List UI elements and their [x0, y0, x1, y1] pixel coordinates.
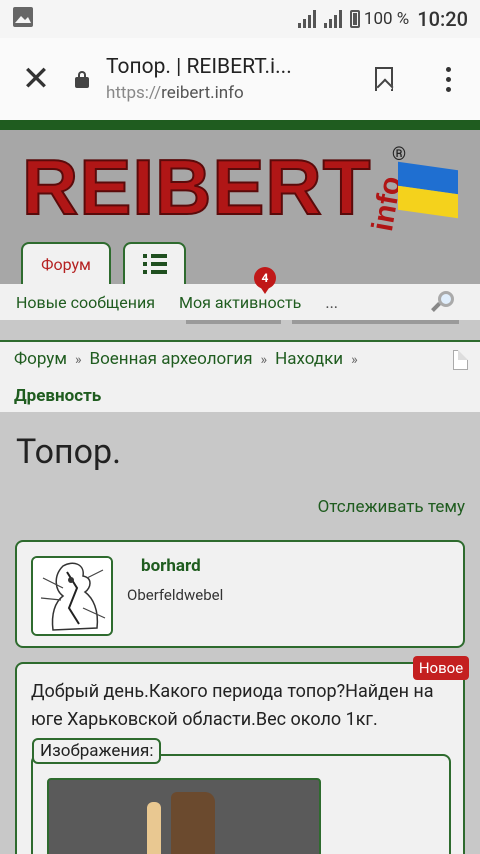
new-badge: Новое: [413, 656, 469, 680]
tab-forum[interactable]: Форум: [21, 242, 111, 284]
site-header: REIBERT info ®: [0, 130, 480, 242]
breadcrumb-separator: »: [260, 352, 268, 368]
lock-icon[interactable]: [72, 69, 92, 89]
signal-icon: [297, 10, 320, 28]
thread-title: Топор.: [16, 432, 122, 472]
post-text: Добрый день.Какого периода топор?Найден …: [31, 681, 434, 730]
username[interactable]: borhard: [141, 556, 201, 576]
subnav-shadow: [0, 320, 480, 340]
sub-navigation: Новые сообщения Моя активность ...: [0, 284, 480, 320]
close-icon[interactable]: ✕: [0, 59, 72, 99]
breadcrumb-separator: »: [74, 352, 82, 368]
document-icon[interactable]: [453, 350, 468, 370]
avatar[interactable]: [31, 556, 113, 636]
search-icon[interactable]: [431, 291, 454, 313]
breadcrumb-current[interactable]: Древность: [14, 386, 101, 406]
subnav-my-activity[interactable]: Моя активность: [179, 293, 301, 312]
battery-icon: [349, 10, 360, 28]
attachments-label: Изображения:: [32, 738, 162, 764]
bookmark-icon[interactable]: [352, 67, 416, 91]
breadcrumb-separator: »: [351, 352, 358, 368]
menu-icon[interactable]: [416, 66, 480, 92]
tab-list[interactable]: [123, 242, 186, 284]
url-text: https://reibert.info: [106, 83, 244, 103]
clock: 10:20: [417, 7, 468, 31]
breadcrumb-forum[interactable]: Форум: [14, 349, 67, 369]
user-rank: Oberfeldwebel: [127, 586, 224, 604]
gallery-notification-icon: [12, 6, 298, 32]
breadcrumb-finds[interactable]: Находки: [275, 349, 343, 369]
subnav-more[interactable]: ...: [325, 293, 338, 312]
breadcrumb-military-archaeology[interactable]: Военная археология: [90, 349, 253, 369]
status-bar: 100 % 10:20: [0, 0, 480, 38]
signal-icon-2: [323, 10, 346, 28]
user-info-card: borhard Oberfeldwebel: [15, 540, 465, 648]
list-icon: [142, 254, 167, 274]
url-box[interactable]: Топор. | REIBERT.i... https://reibert.in…: [106, 55, 352, 103]
battery-percent: 100 %: [363, 9, 410, 29]
browser-toolbar: ✕ Топор. | REIBERT.i... https://reibert.…: [0, 38, 480, 120]
nav-tabs: Форум: [0, 242, 480, 284]
breadcrumb: Форум » Военная археология » Находки » Древно…: [0, 340, 480, 412]
attachment-thumbnail[interactable]: [47, 778, 321, 854]
ukraine-flag-icon: [398, 161, 458, 219]
subnav-new-messages[interactable]: Новые сообщения: [16, 293, 155, 312]
header-stripe: [0, 120, 480, 130]
activity-count-badge: 4: [254, 267, 276, 294]
page-title-tab: Топор. | REIBERT.i...: [106, 55, 292, 79]
watch-thread-link[interactable]: Отслеживать тему: [318, 497, 465, 517]
site-logo[interactable]: REIBERT: [21, 147, 371, 227]
